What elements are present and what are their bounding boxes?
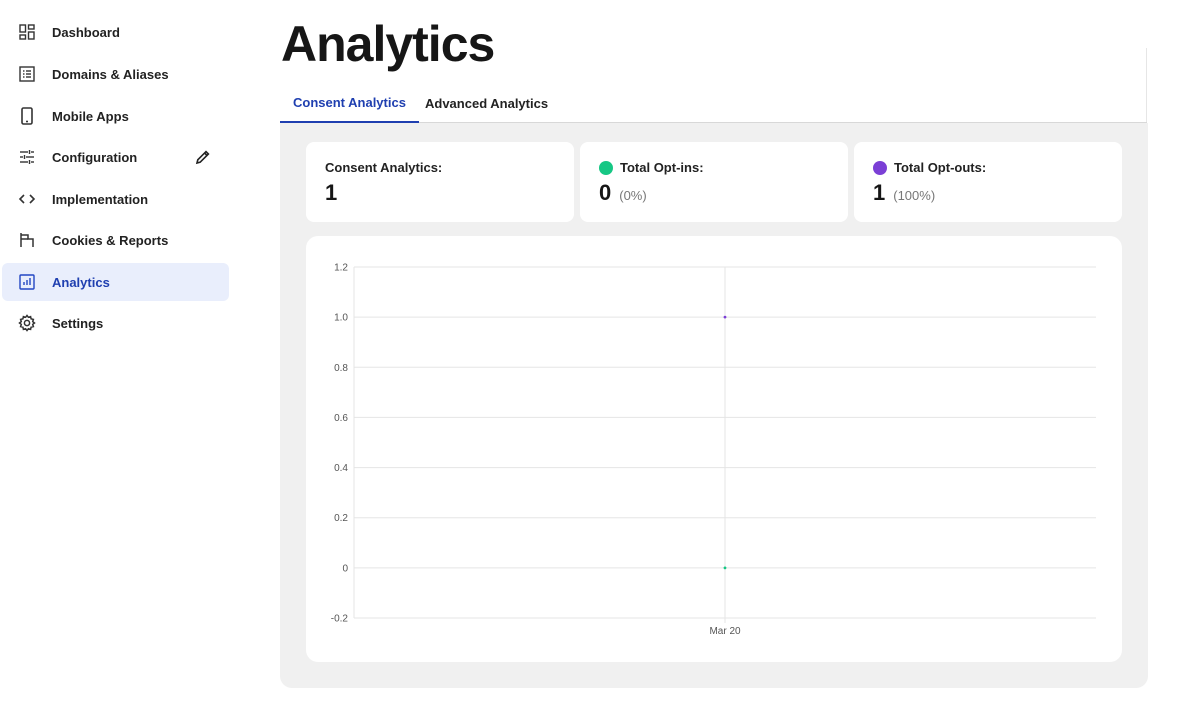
- y-tick-label: 0.4: [334, 463, 348, 474]
- sidebar-item-implementation[interactable]: Implementation: [2, 180, 229, 218]
- sidebar-item-label: Settings: [52, 315, 104, 331]
- sidebar-item-mobile-apps[interactable]: Mobile Apps: [2, 97, 229, 135]
- y-tick-label: 1.2: [334, 263, 348, 274]
- y-tick-label: 0.6: [334, 413, 348, 424]
- y-tick-label: 1.0: [334, 313, 348, 324]
- card-percentage: (0%): [619, 188, 647, 203]
- card-value: 0: [599, 180, 612, 205]
- card-label: Consent Analytics:: [325, 160, 443, 175]
- y-tick-label: 0.2: [334, 513, 348, 524]
- x-tick-label: Mar 20: [709, 626, 741, 637]
- sidebar-item-label: Dashboard: [52, 24, 120, 40]
- chart-canvas: -0.2 0 0.2 0.4 0.6 0.8 1.0 1.2 Mar 20: [331, 263, 1096, 637]
- sidebar: Dashboard Domains & Aliases Mobile Apps …: [0, 0, 240, 716]
- tab-advanced-analytics[interactable]: Advanced Analytics: [412, 84, 561, 123]
- card-label: Total Opt-ins:: [620, 160, 704, 175]
- sliders-icon: [18, 148, 36, 166]
- code-icon: [18, 190, 36, 208]
- sidebar-item-label: Mobile Apps: [52, 108, 129, 124]
- data-point: [723, 566, 727, 570]
- y-tick-label: -0.2: [331, 614, 349, 625]
- sidebar-item-configuration[interactable]: Configuration: [2, 138, 229, 176]
- sidebar-item-cookies-reports[interactable]: Cookies & Reports: [2, 221, 229, 259]
- total-optins-card: Total Opt-ins: 0 (0%): [580, 142, 848, 222]
- phone-icon: [18, 107, 36, 125]
- card-percentage: (100%): [893, 188, 936, 203]
- sidebar-item-dashboard[interactable]: Dashboard: [2, 13, 229, 51]
- optin-legend-dot: [599, 160, 613, 175]
- data-point: [723, 315, 727, 319]
- gear-icon: [18, 314, 36, 332]
- chart-icon: [18, 273, 36, 291]
- list-icon: [18, 65, 36, 83]
- sidebar-item-label: Configuration: [52, 149, 138, 165]
- consent-analytics-card: Consent Analytics: 1: [306, 142, 574, 222]
- analytics-panel: Consent Analytics: 1 Total Opt-ins: 0 (0…: [280, 123, 1148, 688]
- page-title: Analytics: [281, 16, 495, 72]
- optout-legend-dot: [873, 160, 887, 175]
- dashboard-icon: [18, 23, 36, 41]
- flag-icon: [18, 231, 36, 249]
- tab-consent-analytics[interactable]: Consent Analytics: [280, 84, 419, 123]
- consent-chart: -0.2 0 0.2 0.4 0.6 0.8 1.0 1.2 Mar 20: [306, 236, 1122, 662]
- card-label: Total Opt-outs:: [894, 160, 987, 175]
- card-value: 1: [873, 180, 886, 205]
- tab-bar: Consent Analytics Advanced Analytics: [280, 84, 1147, 123]
- pencil-icon[interactable]: [194, 148, 212, 166]
- y-tick-label: 0: [342, 563, 348, 574]
- sidebar-item-settings[interactable]: Settings: [2, 304, 229, 342]
- y-tick-label: 0.8: [334, 363, 348, 374]
- card-value: 1: [325, 180, 338, 205]
- sidebar-item-analytics[interactable]: Analytics: [2, 263, 229, 301]
- sidebar-item-label: Cookies & Reports: [52, 232, 169, 248]
- sidebar-item-domains[interactable]: Domains & Aliases: [2, 55, 229, 93]
- sidebar-item-label: Domains & Aliases: [52, 66, 169, 82]
- sidebar-item-label: Analytics: [52, 274, 110, 290]
- sidebar-item-label: Implementation: [52, 191, 149, 207]
- total-optouts-card: Total Opt-outs: 1 (100%): [854, 142, 1122, 222]
